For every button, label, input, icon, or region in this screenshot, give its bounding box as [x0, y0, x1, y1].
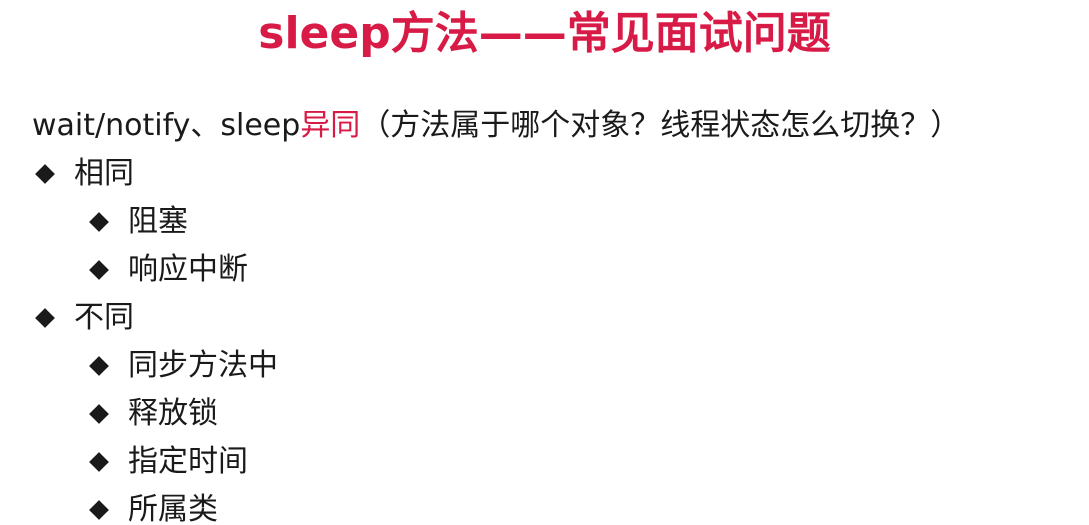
section-label: 不同	[74, 300, 134, 335]
question-line: wait/notify、sleep 异同 （方法属于哪个对象？线程状态怎么切换？）	[32, 102, 1082, 150]
section-same: 相同	[32, 150, 1082, 198]
list-item-label: 所属类	[128, 492, 218, 525]
list-item: 指定时间	[32, 438, 1082, 486]
list-item: 响应中断	[32, 246, 1082, 294]
page-title: sleep方法——常见面试问题	[258, 8, 831, 59]
diamond-bullet-icon	[89, 356, 109, 376]
list-item: 释放锁	[32, 390, 1082, 438]
section-label: 相同	[74, 156, 134, 191]
diamond-bullet-icon	[35, 308, 55, 328]
list-item-label: 响应中断	[128, 252, 248, 287]
list-item: 同步方法中	[32, 342, 1082, 390]
diamond-bullet-icon	[35, 164, 55, 184]
list-item-label: 同步方法中	[128, 348, 278, 383]
list-item-label: 阻塞	[128, 204, 188, 239]
slide-content: wait/notify、sleep 异同 （方法属于哪个对象？线程状态怎么切换？） …	[32, 102, 1082, 525]
list-item: 所属类	[32, 486, 1082, 525]
diamond-bullet-icon	[89, 500, 109, 520]
section-different: 不同	[32, 294, 1082, 342]
list-item-label: 释放锁	[128, 396, 218, 431]
question-suffix: （方法属于哪个对象？线程状态怎么切换？）	[360, 108, 961, 143]
list-item-label: 指定时间	[128, 444, 248, 479]
diamond-bullet-icon	[89, 404, 109, 424]
diamond-bullet-icon	[89, 452, 109, 472]
diamond-bullet-icon	[89, 260, 109, 280]
diamond-bullet-icon	[89, 212, 109, 232]
question-prefix: wait/notify、sleep	[32, 108, 301, 143]
list-item: 阻塞	[32, 198, 1082, 246]
question-highlight: 异同	[300, 108, 361, 143]
